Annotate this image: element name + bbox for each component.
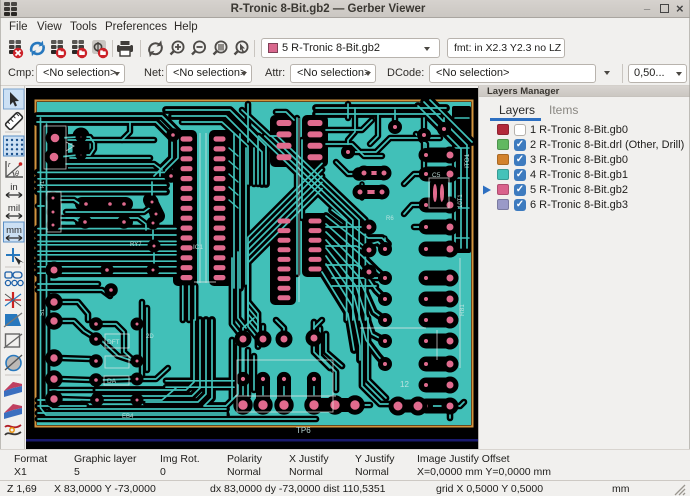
svg-text:TP6: TP6 [296, 426, 311, 435]
svg-text:mm: mm [6, 225, 22, 236]
svg-text:in: in [10, 182, 17, 193]
svg-text:C5: C5 [432, 172, 441, 179]
svg-text:r: r [8, 162, 11, 169]
svg-text:R6: R6 [386, 216, 394, 222]
svg-text:DA: DA [107, 378, 117, 385]
svg-text:10T1: 10T1 [458, 194, 464, 208]
svg-text:θ: θ [15, 171, 19, 178]
svg-text:P1: P1 [40, 180, 46, 188]
svg-text:S1: S1 [40, 308, 46, 316]
svg-text:ITO1: ITO1 [464, 153, 471, 168]
svg-text:12: 12 [400, 380, 409, 389]
svg-text:RY7: RY7 [130, 242, 142, 248]
svg-text:R81: R81 [459, 304, 466, 316]
svg-text:2D: 2D [146, 334, 154, 340]
svg-text:mil: mil [8, 203, 20, 214]
svg-text:DFT: DFT [107, 339, 120, 346]
svg-text:EB4: EB4 [122, 414, 134, 420]
svg-text:IC1: IC1 [193, 244, 204, 251]
